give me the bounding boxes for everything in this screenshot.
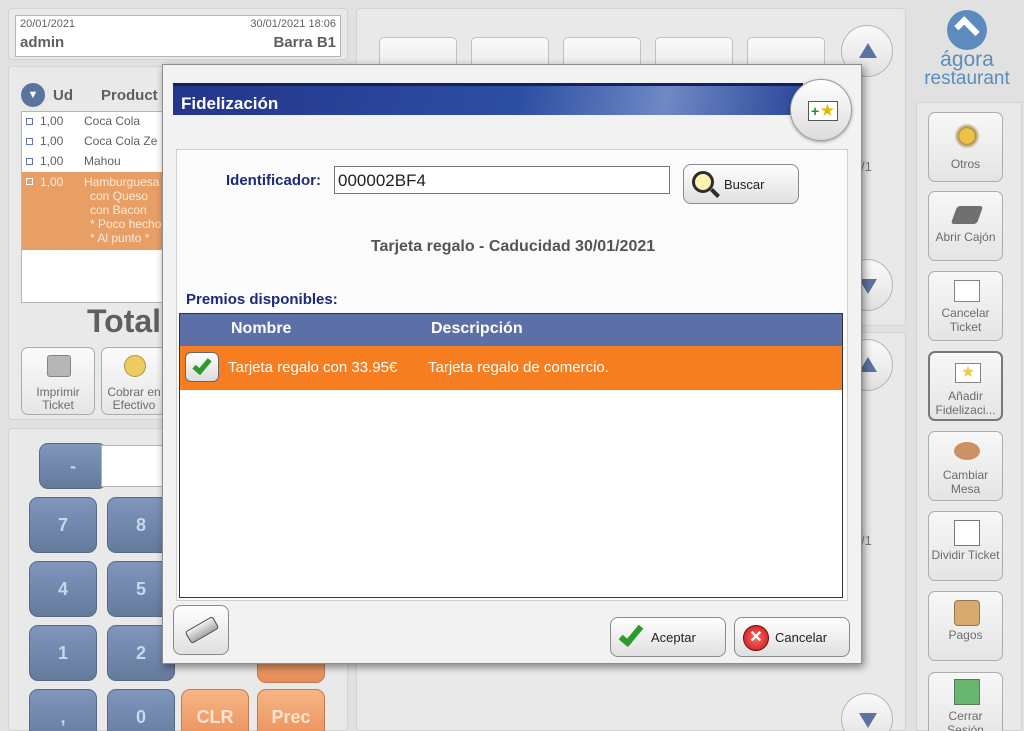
rewards-label: Premios disponibles:	[186, 291, 338, 308]
identifier-value: 000002BF4	[338, 171, 426, 190]
loyalty-dialog: Fidelización + ★ Identificador: 000002BF4…	[162, 64, 862, 664]
row-checkbox[interactable]	[185, 352, 219, 382]
search-label: Buscar	[724, 177, 765, 192]
rewards-grid: Nombre Descripción Tarjeta regalo con 33…	[179, 313, 843, 598]
identifier-label: Identificador:	[226, 172, 322, 189]
reward-name: Tarjeta regalo con 33.95€	[228, 359, 398, 376]
loyalty-star-icon: + ★	[808, 101, 838, 121]
checkmark-icon	[192, 354, 212, 376]
reward-description: Tarjeta regalo de comercio.	[428, 359, 609, 376]
dialog-badge: + ★	[790, 79, 852, 141]
card-reader-icon	[184, 615, 220, 645]
accept-button[interactable]: Aceptar	[610, 617, 726, 657]
accept-label: Aceptar	[651, 630, 696, 645]
column-description: Descripción	[431, 320, 523, 337]
card-info: Tarjeta regalo - Caducidad 30/01/2021	[370, 238, 656, 255]
search-button[interactable]: Buscar	[683, 164, 799, 204]
column-name: Nombre	[231, 320, 292, 337]
dialog-title: Fidelización	[173, 83, 803, 115]
identifier-input[interactable]: 000002BF4	[334, 166, 670, 194]
card-reader-button[interactable]	[173, 605, 229, 655]
rewards-grid-header: Nombre Descripción	[180, 314, 842, 346]
cancel-label: Cancelar	[775, 630, 828, 645]
cancel-x-icon: ✕	[743, 625, 769, 651]
cancel-button[interactable]: ✕ Cancelar	[734, 617, 850, 657]
reward-row[interactable]: Tarjeta regalo con 33.95€ Tarjeta regalo…	[180, 346, 842, 390]
accept-check-icon	[618, 620, 644, 648]
dialog-body: Identificador: 000002BF4 Buscar Tarjeta …	[176, 149, 848, 601]
